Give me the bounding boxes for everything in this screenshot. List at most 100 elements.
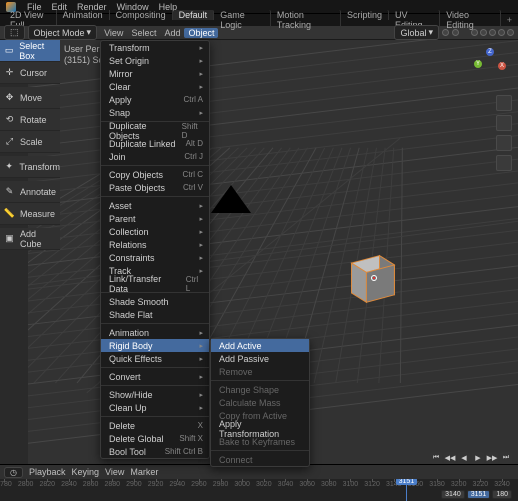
tool-annotate[interactable]: ✎Annotate (0, 181, 60, 203)
header-menu-select[interactable]: Select (127, 28, 160, 38)
object-menu-join[interactable]: JoinCtrl J (101, 150, 209, 163)
proportional-toggle[interactable] (452, 29, 459, 36)
workspace-tab-game-logic[interactable]: Game Logic (214, 10, 271, 30)
object-menu-set-origin[interactable]: Set Origin▸ (101, 54, 209, 67)
pan-icon[interactable] (496, 115, 512, 131)
gizmo-y-icon[interactable]: Y (474, 60, 482, 68)
shading-mode-1[interactable] (480, 29, 487, 36)
ws-quick-animation[interactable]: Animation (57, 10, 110, 20)
orientation-dropdown[interactable]: Global ▾ (394, 25, 439, 40)
transport-btn-4[interactable]: ▶▶ (486, 452, 498, 464)
tool-measure[interactable]: 📏Measure (0, 203, 60, 225)
transport-btn-1[interactable]: ◀◀ (444, 452, 456, 464)
workspace-tab-default[interactable]: Default (173, 10, 215, 20)
playback-menu[interactable]: Playback (29, 467, 66, 477)
transport-btn-0[interactable]: ⏮ (430, 452, 442, 464)
zoom-icon[interactable] (496, 95, 512, 111)
submenu-arrow-icon: ▸ (199, 44, 203, 52)
nav-gizmo[interactable]: Z Y X (470, 48, 510, 88)
mode-dropdown[interactable]: Object Mode ▾ (28, 25, 98, 40)
ortho-icon[interactable] (496, 155, 512, 171)
menu-item-label: Link/Transfer Data (109, 274, 176, 294)
transport-btn-3[interactable]: ▶ (472, 452, 484, 464)
object-menu-bool-tool[interactable]: Bool ToolShift Ctrl B (101, 445, 209, 458)
tool-cursor[interactable]: ✛Cursor (0, 62, 60, 84)
object-menu-shade-flat[interactable]: Shade Flat (101, 308, 209, 321)
snap-toggle[interactable] (442, 29, 449, 36)
object-menu-show-hide[interactable]: Show/Hide▸ (101, 388, 209, 401)
object-menu-link-transfer-data[interactable]: Link/Transfer DataCtrl L (101, 277, 209, 290)
rigid-body-add-passive[interactable]: Add Passive (211, 352, 309, 365)
object-menu-quick-effects[interactable]: Quick Effects▸ (101, 352, 209, 365)
object-menu-snap[interactable]: Snap▸ (101, 106, 209, 119)
rigid-body-remove: Remove (211, 365, 309, 378)
timeline-type-icon[interactable]: ◷ (4, 467, 23, 478)
object-menu-collection[interactable]: Collection▸ (101, 225, 209, 238)
tick-label: 2960 (191, 481, 207, 488)
object-menu-copy-objects[interactable]: Copy ObjectsCtrl C (101, 168, 209, 181)
frame-field-1[interactable]: 3151 (467, 490, 491, 499)
frame-field-2[interactable]: 180 (492, 490, 512, 499)
shading-mode-2[interactable] (489, 29, 496, 36)
shading-mode-4[interactable] (507, 29, 514, 36)
add-workspace-button[interactable]: + (501, 15, 518, 25)
rigid-body-apply-transformation[interactable]: Apply Transformation (211, 422, 309, 435)
transport-btn-2[interactable]: ◀ (458, 452, 470, 464)
rigid-body-bake-to-keyframes: Bake to Keyframes (211, 435, 309, 448)
object-menu-clean-up[interactable]: Clean Up▸ (101, 401, 209, 414)
header-menu-object[interactable]: Object (184, 28, 218, 38)
object-menu-paste-objects[interactable]: Paste ObjectsCtrl V (101, 181, 209, 194)
object-menu-rigid-body[interactable]: Rigid Body▸ (101, 339, 209, 352)
editor-type-dropdown[interactable]: ⬚ (4, 25, 25, 40)
object-menu-duplicate-objects[interactable]: Duplicate ObjectsShift D (101, 124, 209, 137)
gizmo-x-icon[interactable]: X (498, 62, 506, 70)
object-menu-constraints[interactable]: Constraints▸ (101, 251, 209, 264)
tool-transform[interactable]: ✦Transform (0, 156, 60, 178)
header-menu-view[interactable]: View (100, 28, 127, 38)
menu-item-label: Delete Global (109, 434, 164, 444)
object-menu-transform[interactable]: Transform▸ (101, 41, 209, 54)
camera-icon[interactable] (496, 135, 512, 151)
rigid-body-add-active[interactable]: Add Active (211, 339, 309, 352)
submenu-arrow-icon: ▸ (199, 267, 203, 275)
scene-object-triangle[interactable] (211, 185, 251, 213)
object-menu-clear[interactable]: Clear▸ (101, 80, 209, 93)
object-menu-apply[interactable]: ApplyCtrl A (101, 93, 209, 106)
playhead[interactable]: 3151 (406, 479, 407, 501)
rigid-body-submenu[interactable]: Add ActiveAdd PassiveRemoveChange ShapeC… (210, 338, 310, 467)
object-menu-duplicate-linked[interactable]: Duplicate LinkedAlt D (101, 137, 209, 150)
workspace-tab-motion-tracking[interactable]: Motion Tracking (271, 10, 341, 30)
object-menu-asset[interactable]: Asset▸ (101, 199, 209, 212)
frame-field-0[interactable]: 3140 (441, 490, 465, 499)
object-menu-parent[interactable]: Parent▸ (101, 212, 209, 225)
tool-scale[interactable]: ⤢Scale (0, 131, 60, 153)
timeline-view-menu[interactable]: View (105, 467, 124, 477)
object-menu-convert[interactable]: Convert▸ (101, 370, 209, 383)
menu-item-label: Set Origin (109, 56, 149, 66)
object-menu-shade-smooth[interactable]: Shade Smooth (101, 295, 209, 308)
object-menu[interactable]: Transform▸Set Origin▸Mirror▸Clear▸ApplyC… (100, 40, 210, 459)
keying-menu[interactable]: Keying (72, 467, 100, 477)
shading-mode-0[interactable] (471, 29, 478, 36)
object-menu-animation[interactable]: Animation▸ (101, 326, 209, 339)
object-menu-delete[interactable]: DeleteX (101, 419, 209, 432)
gizmo-z-icon[interactable]: Z (486, 48, 494, 56)
tool-move[interactable]: ✥Move (0, 87, 60, 109)
object-menu-mirror[interactable]: Mirror▸ (101, 67, 209, 80)
ws-quick-compositing[interactable]: Compositing (110, 10, 173, 20)
menu-item-label: Copy Objects (109, 170, 163, 180)
marker-menu[interactable]: Marker (130, 467, 158, 477)
tool-rotate[interactable]: ⟲Rotate (0, 109, 60, 131)
timeline-canvas[interactable]: 31403151180 2780280028202840286028802900… (0, 479, 518, 501)
tool-select-box[interactable]: ▭Select Box (0, 40, 60, 62)
tool-add-cube[interactable]: ▣Add Cube (0, 228, 60, 250)
workspace-tab-video-editing[interactable]: Video Editing (440, 10, 501, 30)
workspace-tab-scripting[interactable]: Scripting (341, 10, 389, 20)
transport-btn-5[interactable]: ⏭ (500, 452, 512, 464)
object-menu-relations[interactable]: Relations▸ (101, 238, 209, 251)
header-menu-add[interactable]: Add (160, 28, 184, 38)
object-menu-delete-global[interactable]: Delete GlobalShift X (101, 432, 209, 445)
menu-item-label: Duplicate Objects (109, 121, 172, 141)
submenu-arrow-icon: ▸ (199, 373, 203, 381)
shading-mode-3[interactable] (498, 29, 505, 36)
